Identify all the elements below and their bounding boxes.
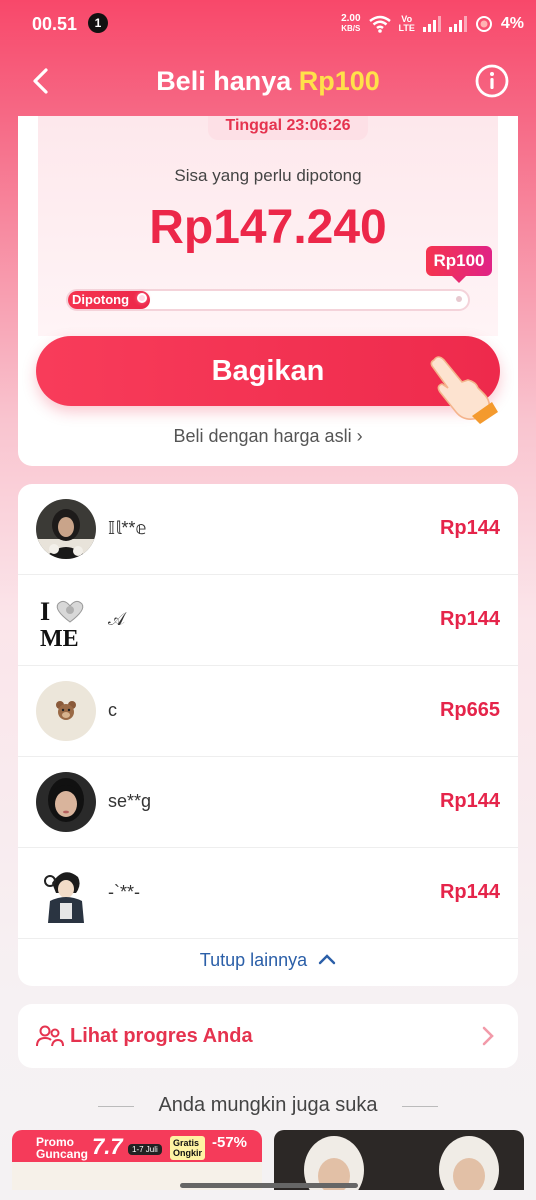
status-time: 00.51	[32, 14, 78, 34]
battery-saver-icon	[475, 16, 492, 32]
info-icon[interactable]	[474, 63, 510, 99]
deal-card: Tinggal 23:06:26 Sisa yang perlu dipoton…	[18, 116, 518, 466]
buy-original-price-link[interactable]: Beli dengan harga asli ›	[18, 426, 518, 447]
cut-progress-bar: Dipotong	[66, 289, 470, 311]
status-icons: 2.00 KB/S Vo LTE 4%	[341, 12, 524, 36]
network-speed: 2.00 KB/S	[341, 14, 360, 34]
countdown-timer: Tinggal 23:06:26	[208, 116, 368, 140]
signal-icon-sim2	[448, 16, 467, 32]
i-love-me-avatar-icon: I ME	[36, 590, 96, 650]
promo-date: 1-7 Juli	[128, 1144, 162, 1155]
page-title-prefix: Beli hanya	[156, 66, 299, 96]
chevron-right-icon	[482, 1026, 494, 1046]
page-title: Beli hanya Rp100	[0, 66, 536, 97]
woman-portrait-avatar-icon	[36, 772, 96, 832]
helper-amount: Rp144	[439, 790, 500, 812]
product-card-promo[interactable]: Promo Guncang 7.7 1-7 Juli Gratis Ongkir…	[12, 1130, 262, 1190]
free-shipping-text-1: Gratis	[173, 1138, 200, 1148]
product-card-photo[interactable]	[274, 1130, 524, 1190]
status-bar: 00.51 1 2.00 KB/S Vo LTE 4%	[0, 0, 536, 46]
list-item: se**g Rp144	[18, 757, 518, 848]
remaining-label: Sisa yang perlu dipotong	[174, 166, 362, 185]
anime-boy-avatar-icon	[36, 863, 96, 923]
pointing-hand-icon	[430, 356, 498, 424]
people-icon	[36, 1025, 64, 1047]
view-progress-label: Lihat progres Anda	[70, 1025, 253, 1047]
promo-number: 7.7	[92, 1134, 123, 1159]
network-speed-value: 2.00	[341, 13, 361, 24]
cut-progress-label: Dipotong	[72, 292, 130, 307]
collapse-list-button[interactable]: Tutup lainnya	[18, 950, 518, 971]
notification-badge: 1	[88, 13, 108, 33]
helper-name: 𝕀𝕝**𝕖	[108, 518, 147, 538]
app-header: Beli hanya Rp100	[0, 52, 536, 110]
helper-amount: Rp665	[439, 699, 500, 721]
progress-end-dot	[456, 296, 462, 302]
battery-level: 4%	[500, 15, 524, 32]
page-title-price: Rp100	[298, 66, 380, 96]
woman-hijab-avatar-icon	[36, 499, 96, 559]
hijab-model-photo-icon	[274, 1130, 524, 1190]
list-item: c Rp665	[18, 666, 518, 757]
list-item: 𝕀𝕝**𝕖 Rp144	[18, 484, 518, 575]
cut-progress-fill: Dipotong	[68, 291, 150, 309]
network-speed-unit: KB/S	[341, 24, 361, 33]
wifi-icon	[368, 15, 391, 33]
helper-amount: Rp144	[439, 608, 500, 630]
signal-icon-sim1	[422, 16, 441, 32]
promo-text-block: Promo Guncang	[36, 1136, 88, 1160]
svg-text:ME: ME	[40, 626, 79, 650]
target-price-badge: Rp100	[426, 246, 492, 283]
chevron-up-icon	[319, 954, 336, 965]
helper-amount: Rp144	[439, 517, 500, 539]
free-shipping-badge: Gratis Ongkir	[170, 1136, 206, 1160]
svg-text:I: I	[40, 597, 50, 626]
helper-name: -`**-	[108, 882, 140, 902]
volte-bottom: LTE	[398, 23, 415, 33]
list-item: I ME 𝒜 Rp144	[18, 575, 518, 666]
helper-name: c	[108, 700, 117, 720]
helper-amount: Rp144	[439, 881, 500, 903]
divider-right	[402, 1106, 438, 1107]
helper-name: se**g	[108, 791, 152, 811]
promo-text-2: Guncang	[36, 1147, 89, 1161]
discount-badge: -57%	[212, 1134, 248, 1151]
helpers-list: 𝕀𝕝**𝕖 Rp144 I ME 𝒜 Rp144 c Rp665 se**g R…	[18, 484, 518, 986]
list-item: -`**- Rp144	[18, 848, 518, 939]
recommendations-title: Anda mungkin juga suka	[158, 1094, 378, 1116]
collapse-label: Tutup lainnya	[199, 950, 308, 970]
volte-indicator: Vo LTE	[399, 15, 415, 33]
free-shipping-text-2: Ongkir	[173, 1148, 203, 1158]
progress-glow-dot	[137, 293, 147, 303]
helper-name: 𝒜	[108, 609, 126, 629]
teddy-bear-avatar-icon	[36, 681, 96, 741]
home-indicator[interactable]	[180, 1183, 358, 1188]
view-progress-row[interactable]: Lihat progres Anda	[18, 1004, 518, 1068]
